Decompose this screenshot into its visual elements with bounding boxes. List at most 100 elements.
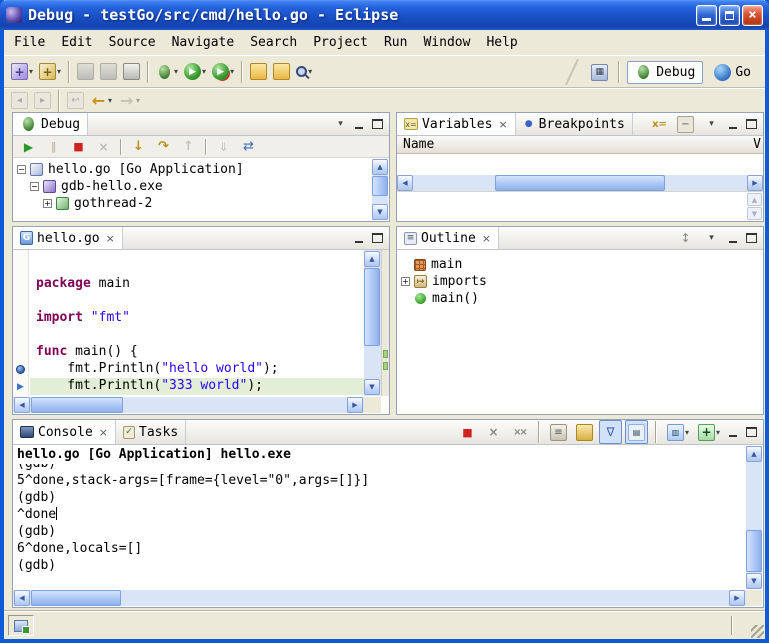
variables-detail-pane[interactable]: ▲ ▼ bbox=[397, 191, 763, 221]
scrollbar-thumb[interactable] bbox=[31, 397, 123, 413]
search-button[interactable]: ▾ bbox=[293, 60, 315, 84]
drop-to-frame-button[interactable]: ⇓ bbox=[212, 137, 235, 157]
minimize-view-icon[interactable] bbox=[726, 232, 741, 245]
scrollbar-thumb[interactable] bbox=[31, 590, 121, 606]
menu-navigate[interactable]: Navigate bbox=[164, 32, 243, 53]
code-line[interactable]: func main() { bbox=[30, 344, 364, 361]
variables-table-body[interactable] bbox=[397, 154, 763, 175]
show-type-names-button[interactable]: x= bbox=[648, 112, 671, 136]
debug-button[interactable]: ▾ bbox=[153, 60, 181, 84]
menu-project[interactable]: Project bbox=[305, 32, 376, 53]
sort-button[interactable]: ↕ bbox=[674, 226, 697, 250]
tab-console[interactable]: Console × bbox=[13, 420, 116, 444]
tree-row[interactable]: −hello.go [Go Application] bbox=[13, 161, 371, 178]
code-area[interactable]: package mainimport "fmt"func main() { fm… bbox=[30, 250, 364, 396]
scrollbar-thumb[interactable] bbox=[746, 530, 762, 572]
scrollbar-thumb[interactable] bbox=[495, 175, 665, 191]
run-button[interactable]: ▶▾ bbox=[181, 60, 209, 84]
minimize-view-icon[interactable] bbox=[726, 118, 741, 131]
menu-search[interactable]: Search bbox=[242, 32, 305, 53]
menu-edit[interactable]: Edit bbox=[53, 32, 100, 53]
scroll-left-icon[interactable]: ◀ bbox=[14, 397, 30, 413]
tree-row[interactable]: +↦imports bbox=[397, 273, 763, 290]
close-tab-icon[interactable]: × bbox=[482, 232, 491, 245]
dropdown-arrow-icon[interactable]: ▾ bbox=[136, 96, 140, 105]
tab-variables[interactable]: x= Variables × bbox=[397, 113, 516, 135]
code-line[interactable]: fmt.Println("333 world"); bbox=[30, 378, 364, 395]
code-line[interactable] bbox=[30, 293, 364, 310]
maximize-view-icon[interactable] bbox=[744, 426, 759, 439]
tab-breakpoints[interactable]: ● Breakpoints bbox=[516, 113, 633, 135]
new-go-wizard-button[interactable]: +▾ bbox=[36, 60, 64, 84]
dropdown-arrow-icon[interactable]: ▾ bbox=[716, 428, 720, 437]
expand-expander-icon[interactable]: + bbox=[401, 277, 410, 286]
scroll-up-icon[interactable]: ▲ bbox=[372, 159, 388, 175]
scroll-right-icon[interactable]: ▶ bbox=[729, 590, 745, 606]
breakpoint-icon[interactable] bbox=[16, 365, 25, 374]
code-line[interactable] bbox=[30, 327, 364, 344]
show-console-on-output-button[interactable]: ▤ bbox=[625, 420, 648, 444]
close-tab-icon[interactable]: × bbox=[106, 232, 115, 245]
overview-ruler[interactable] bbox=[381, 250, 389, 396]
menu-run[interactable]: Run bbox=[376, 32, 415, 53]
dropdown-arrow-icon[interactable]: ▾ bbox=[108, 96, 112, 105]
open-resource-button[interactable] bbox=[270, 60, 293, 84]
maximize-view-icon[interactable] bbox=[744, 232, 759, 245]
scroll-left-icon[interactable]: ◀ bbox=[397, 175, 413, 191]
last-edit-location-button[interactable]: ↩ bbox=[64, 89, 87, 113]
previous-annotation-button[interactable]: ◂ bbox=[8, 89, 31, 113]
forward-button[interactable]: →▾ bbox=[115, 89, 143, 113]
console-output[interactable]: (gdb)5^done,stack-args=[frame={level="0"… bbox=[17, 464, 745, 589]
scrollbar-thumb[interactable] bbox=[364, 268, 380, 346]
scroll-right-icon[interactable]: ▶ bbox=[347, 397, 363, 413]
terminate-button[interactable]: ■ bbox=[67, 137, 90, 157]
expand-expander-icon[interactable]: + bbox=[43, 199, 52, 208]
tree-row[interactable]: main() bbox=[397, 290, 763, 307]
dropdown-arrow-icon[interactable]: ▾ bbox=[685, 428, 689, 437]
tree-row[interactable]: main bbox=[397, 256, 763, 273]
step-into-button[interactable]: ↓ bbox=[127, 137, 150, 157]
menu-help[interactable]: Help bbox=[478, 32, 525, 53]
tree-row[interactable]: +gothread-2 bbox=[13, 195, 371, 212]
use-step-filters-button[interactable]: ⇄ bbox=[237, 137, 260, 157]
display-selected-console-button[interactable]: ▥▾ bbox=[664, 420, 692, 444]
dropdown-arrow-icon[interactable]: ▾ bbox=[29, 67, 33, 76]
minimize-window-icon[interactable] bbox=[696, 5, 717, 26]
save-button[interactable] bbox=[74, 60, 97, 84]
scrollbar-thumb[interactable] bbox=[372, 176, 388, 196]
minimize-view-icon[interactable] bbox=[352, 118, 367, 131]
open-folder-button[interactable] bbox=[247, 60, 270, 84]
tab-debug[interactable]: Debug bbox=[13, 113, 88, 135]
remove-launch-button[interactable]: × bbox=[482, 420, 505, 444]
maximize-view-icon[interactable] bbox=[370, 232, 385, 245]
view-menu-icon[interactable]: ▾ bbox=[332, 116, 349, 133]
scroll-down-icon[interactable]: ▼ bbox=[746, 573, 762, 589]
step-return-button[interactable]: ↑ bbox=[177, 137, 200, 157]
perspective-go-button[interactable]: Go bbox=[706, 60, 759, 85]
title-bar[interactable]: Debug - testGo/src/cmd/hello.go - Eclips… bbox=[0, 0, 769, 30]
dropdown-arrow-icon[interactable]: ▾ bbox=[57, 67, 61, 76]
editor-gutter[interactable]: ▶ bbox=[13, 250, 29, 396]
suspend-button[interactable]: ‖ bbox=[42, 137, 65, 157]
fast-view-button[interactable] bbox=[8, 615, 34, 636]
code-line[interactable]: import "fmt" bbox=[30, 310, 364, 327]
close-window-icon[interactable]: × bbox=[742, 5, 763, 26]
scroll-right-icon[interactable]: ▶ bbox=[747, 175, 763, 191]
dropdown-arrow-icon[interactable]: ▾ bbox=[308, 67, 312, 76]
collapse-expander-icon[interactable]: − bbox=[30, 182, 39, 191]
scroll-up-icon[interactable]: ▲ bbox=[364, 251, 380, 267]
view-menu-button[interactable]: ▾ bbox=[700, 226, 723, 250]
code-line[interactable]: } bbox=[30, 395, 364, 396]
annotation-mark[interactable] bbox=[383, 350, 388, 358]
scroll-lock-button[interactable] bbox=[573, 420, 596, 444]
scroll-down-icon[interactable]: ▼ bbox=[372, 204, 388, 220]
resize-grip[interactable] bbox=[751, 625, 764, 638]
open-perspective-button[interactable]: ▦ bbox=[588, 60, 611, 84]
menu-window[interactable]: Window bbox=[415, 32, 478, 53]
remove-all-launches-button[interactable]: ×× bbox=[508, 420, 531, 444]
step-over-button[interactable]: ↷ bbox=[152, 137, 175, 157]
close-tab-icon[interactable]: × bbox=[498, 118, 507, 131]
new-wizard-button[interactable]: +▾ bbox=[8, 60, 36, 84]
maximize-window-icon[interactable] bbox=[719, 5, 740, 26]
perspective-debug-button[interactable]: Debug bbox=[627, 61, 703, 84]
